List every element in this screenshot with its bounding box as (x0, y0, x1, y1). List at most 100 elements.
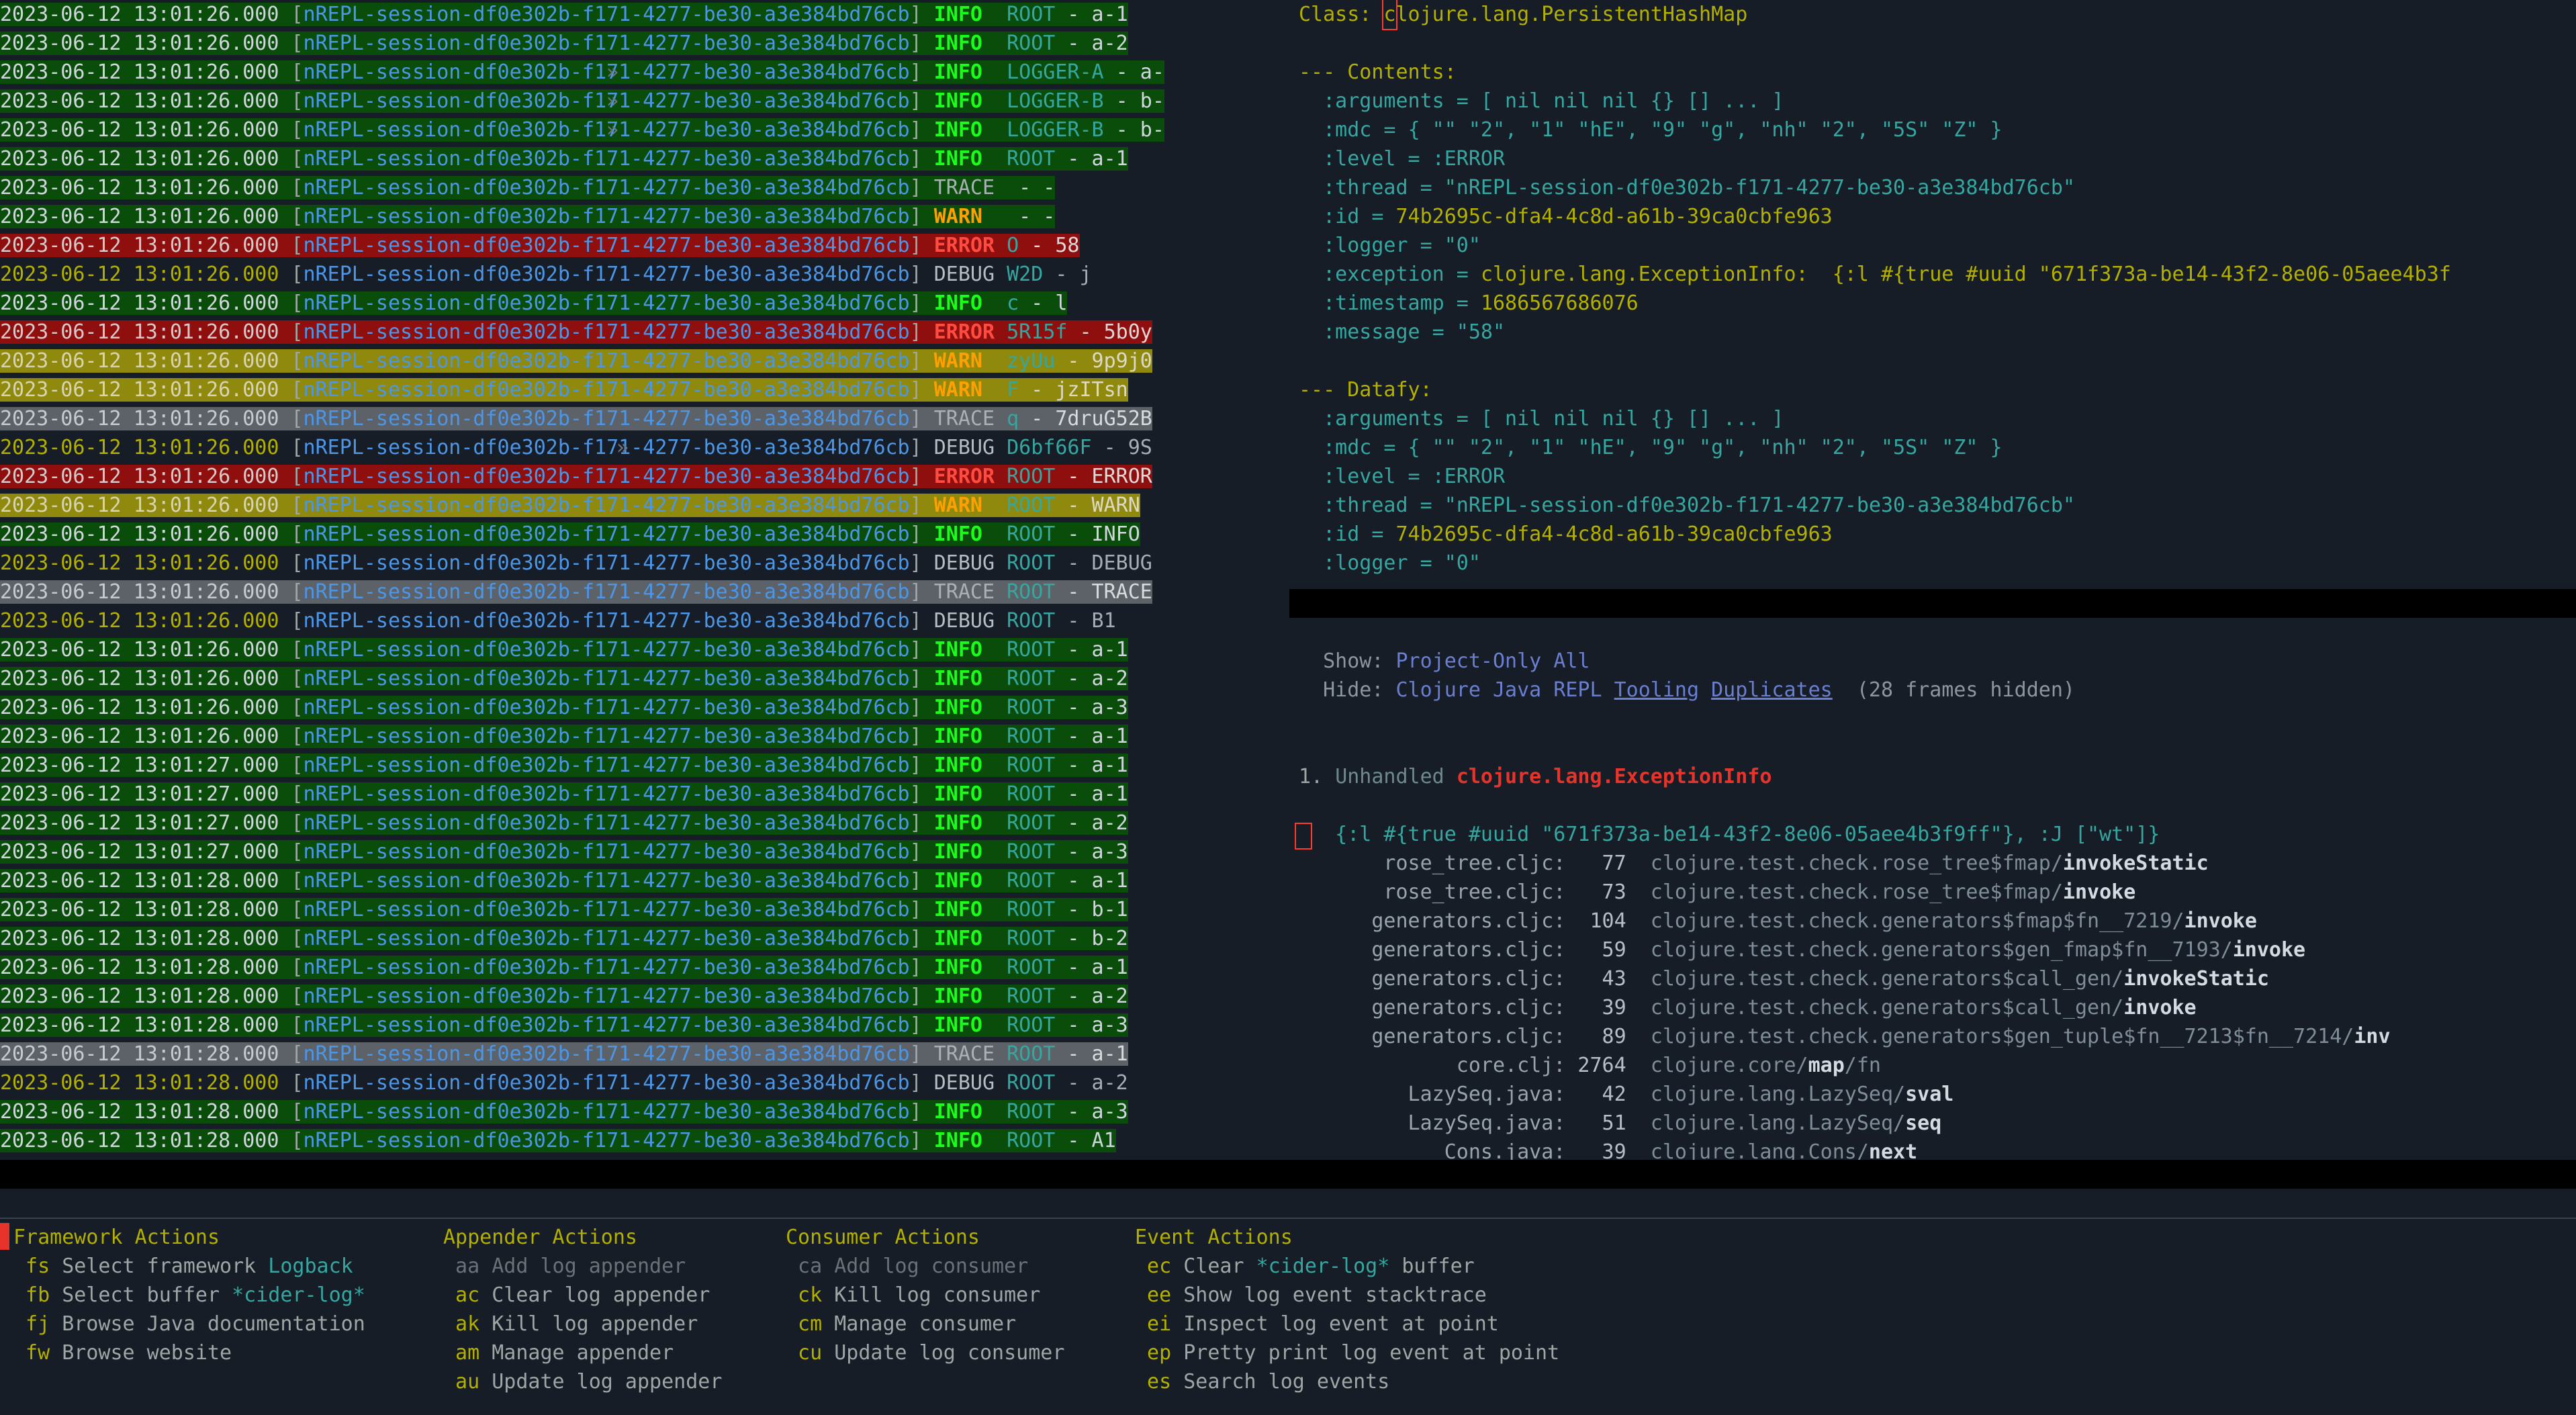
transient-item[interactable]: aa Add log appender (443, 1252, 722, 1281)
transient-item[interactable]: au Update log appender (443, 1367, 722, 1396)
transient-column-heading: Event Actions (1135, 1226, 1293, 1249)
transient-column: Consumer Actions ca Add log consumer ck … (786, 1223, 1064, 1367)
stacktrace-frame[interactable]: generators.cljc: 104 clojure.test.check.… (1299, 907, 2576, 935)
transient-item[interactable]: cu Update log consumer (786, 1338, 1064, 1367)
log-line[interactable]: 2023-06-12 13:01:26.000 [nREPL-session-d… (0, 722, 1128, 751)
transient-item[interactable]: ee Show log event stacktrace (1135, 1281, 1559, 1310)
cider-error-window[interactable]: Show: Project-Only All Hide: Clojure Jav… (1289, 618, 2576, 1189)
line-truncation-marker: » (606, 60, 619, 84)
log-line[interactable]: 2023-06-12 13:01:26.000 [nREPL-session-d… (0, 433, 1152, 462)
log-line[interactable]: 2023-06-12 13:01:26.000 [nREPL-session-d… (0, 520, 1140, 549)
cider-log-window[interactable]: 2023-06-12 13:01:26.000 [nREPL-session-d… (0, 0, 1289, 1189)
log-line[interactable]: 2023-06-12 13:01:26.000 [nREPL-session-d… (0, 202, 1056, 231)
log-line[interactable]: 2023-06-12 13:01:26.000 [nREPL-session-d… (0, 664, 1128, 693)
log-line[interactable]: 2023-06-12 13:01:26.000 [nREPL-session-d… (0, 347, 1152, 375)
transient-description: Show log event stacktrace (1171, 1283, 1487, 1307)
log-line[interactable]: 2023-06-12 13:01:26.000 [nREPL-session-d… (0, 318, 1152, 347)
stacktrace-frame[interactable]: LazySeq.java: 42 clojure.lang.LazySeq/sv… (1299, 1080, 2576, 1109)
transient-item[interactable]: ec Clear *cider-log* buffer (1135, 1252, 1559, 1281)
stacktrace-frame[interactable]: core.clj: 2764 clojure.core/map/fn (1299, 1051, 2576, 1080)
log-line[interactable]: 2023-06-12 13:01:28.000 [nREPL-session-d… (0, 895, 1128, 924)
transient-key: fw (13, 1341, 50, 1365)
log-line[interactable]: 2023-06-12 13:01:26.000 [nREPL-session-d… (0, 144, 1128, 173)
stacktrace-frame[interactable]: rose_tree.cljc: 73 clojure.test.check.ro… (1299, 878, 2576, 907)
inspect-field: :logger = "0" (1299, 234, 1481, 257)
transient-item[interactable]: es Search log events (1135, 1367, 1559, 1396)
hide-filter[interactable]: Duplicates (1711, 678, 1833, 702)
transient-item[interactable]: fw Browse website (13, 1338, 365, 1367)
transient-item[interactable]: am Manage appender (443, 1338, 722, 1367)
stacktrace-frame[interactable]: LazySeq.java: 51 clojure.lang.LazySeq/se… (1299, 1109, 2576, 1138)
log-line[interactable]: 2023-06-12 13:01:28.000 [nREPL-session-d… (0, 982, 1128, 1011)
cursor (0, 1223, 9, 1250)
transient-item[interactable]: fb Select buffer *cider-log* (13, 1281, 365, 1310)
inspect-field: :level = :ERROR (1299, 147, 1506, 171)
transient-item[interactable]: ep Pretty print log event at point (1135, 1338, 1559, 1367)
log-line[interactable]: 2023-06-12 13:01:27.000 [nREPL-session-d… (0, 809, 1128, 837)
log-line[interactable]: 2023-06-12 13:01:26.000 [nREPL-session-d… (0, 116, 1164, 144)
show-filter[interactable]: Project-Only (1396, 649, 1542, 673)
inspect-buffer[interactable]: Class: clojure.lang.PersistentHashMap --… (1289, 0, 2576, 618)
transient-item[interactable]: ca Add log consumer (786, 1252, 1064, 1281)
log-line[interactable]: 2023-06-12 13:01:26.000 [nREPL-session-d… (0, 29, 1128, 58)
log-line[interactable]: 2023-06-12 13:01:26.000 [nREPL-session-d… (0, 549, 1152, 578)
stacktrace-frame[interactable]: generators.cljc: 89 clojure.test.check.g… (1299, 1022, 2576, 1051)
stacktrace-buffer[interactable]: Show: Project-Only All Hide: Clojure Jav… (1289, 618, 2576, 1189)
log-line[interactable]: 2023-06-12 13:01:28.000 [nREPL-session-d… (0, 1011, 1128, 1040)
log-buffer[interactable]: 2023-06-12 13:01:26.000 [nREPL-session-d… (0, 0, 1289, 1189)
inspect-field: :mdc = { "" "2", "1" "hE", "9" "g", "nh"… (1299, 118, 2003, 142)
log-line[interactable]: 2023-06-12 13:01:28.000 [nREPL-session-d… (0, 866, 1128, 895)
transient-item[interactable]: cm Manage consumer (786, 1310, 1064, 1338)
log-line[interactable]: 2023-06-12 13:01:26.000 [nREPL-session-d… (0, 173, 1056, 202)
transient-key: ca (786, 1254, 823, 1278)
transient-description: Manage consumer (822, 1312, 1017, 1336)
cursor (1295, 823, 1312, 850)
show-filter[interactable]: All (1553, 649, 1590, 673)
log-line[interactable]: 2023-06-12 13:01:28.000 [nREPL-session-d… (0, 1040, 1128, 1068)
log-line[interactable]: 2023-06-12 13:01:26.000 [nREPL-session-d… (0, 0, 1128, 29)
log-line[interactable]: 2023-06-12 13:01:26.000 [nREPL-session-d… (0, 289, 1068, 318)
transient-item[interactable]: ac Clear log appender (443, 1281, 722, 1310)
log-line[interactable]: 2023-06-12 13:01:27.000 [nREPL-session-d… (0, 837, 1128, 866)
log-line[interactable]: 2023-06-12 13:01:27.000 [nREPL-session-d… (0, 751, 1128, 780)
log-line[interactable]: 2023-06-12 13:01:26.000 [nREPL-session-d… (0, 462, 1152, 491)
stacktrace-frame[interactable]: generators.cljc: 59 clojure.test.check.g… (1299, 935, 2576, 964)
log-line[interactable]: 2023-06-12 13:01:28.000 [nREPL-session-d… (0, 953, 1128, 982)
log-line[interactable]: 2023-06-12 13:01:26.000 [nREPL-session-d… (0, 635, 1128, 664)
transient-item[interactable]: ak Kill log appender (443, 1310, 722, 1338)
transient-key: au (443, 1370, 480, 1394)
log-line[interactable]: 2023-06-12 13:01:26.000 [nREPL-session-d… (0, 693, 1128, 722)
transient-description: Add log appender (479, 1254, 686, 1278)
hide-filter[interactable]: Tooling (1614, 678, 1699, 702)
transient-item[interactable]: fj Browse Java documentation (13, 1310, 365, 1338)
transient-suffix: buffer (1389, 1254, 1475, 1278)
exception-class[interactable]: clojure.lang.ExceptionInfo (1457, 765, 1772, 788)
hide-filter[interactable]: Clojure (1396, 678, 1481, 702)
log-line[interactable]: 2023-06-12 13:01:26.000 [nREPL-session-d… (0, 87, 1164, 116)
log-line[interactable]: 2023-06-12 13:01:28.000 [nREPL-session-d… (0, 1097, 1128, 1126)
cider-inspect-window[interactable]: Class: clojure.lang.PersistentHashMap --… (1289, 0, 2576, 618)
cider-error-modeline: U:%*- *cider-error* Top (8,0) (Stacktrac… (1289, 1160, 2576, 1189)
log-line[interactable]: 2023-06-12 13:01:26.000 [nREPL-session-d… (0, 491, 1140, 520)
transient-item[interactable]: ei Inspect log event at point (1135, 1310, 1559, 1338)
log-line[interactable]: 2023-06-12 13:01:26.000 [nREPL-session-d… (0, 58, 1164, 87)
log-line[interactable]: 2023-06-12 13:01:26.000 [nREPL-session-d… (0, 231, 1080, 260)
log-line[interactable]: 2023-06-12 13:01:26.000 [nREPL-session-d… (0, 606, 1116, 635)
log-line[interactable]: 2023-06-12 13:01:28.000 [nREPL-session-d… (0, 924, 1128, 953)
log-line[interactable]: 2023-06-12 13:01:28.000 [nREPL-session-d… (0, 1068, 1128, 1097)
hide-filter[interactable]: REPL (1553, 678, 1602, 702)
hide-filter[interactable]: Java (1493, 678, 1541, 702)
log-line[interactable]: 2023-06-12 13:01:26.000 [nREPL-session-d… (0, 260, 1092, 289)
stacktrace-frame[interactable]: generators.cljc: 39 clojure.test.check.g… (1299, 993, 2576, 1022)
stacktrace-frame[interactable]: generators.cljc: 43 clojure.test.check.g… (1299, 964, 2576, 993)
log-line[interactable]: 2023-06-12 13:01:26.000 [nREPL-session-d… (0, 578, 1152, 606)
log-line[interactable]: 2023-06-12 13:01:27.000 [nREPL-session-d… (0, 780, 1128, 809)
transient-menu[interactable]: Framework Actions fs Select framework Lo… (0, 1218, 2576, 1415)
stacktrace-frame[interactable]: rose_tree.cljc: 77 clojure.test.check.ro… (1299, 849, 2576, 878)
log-line[interactable]: 2023-06-12 13:01:26.000 [nREPL-session-d… (0, 404, 1152, 433)
log-line[interactable]: 2023-06-12 13:01:28.000 [nREPL-session-d… (0, 1126, 1116, 1155)
transient-item[interactable]: ck Kill log consumer (786, 1281, 1064, 1310)
transient-item[interactable]: fs Select framework Logback (13, 1252, 365, 1281)
transient-key: cm (786, 1312, 823, 1336)
log-line[interactable]: 2023-06-12 13:01:26.000 [nREPL-session-d… (0, 375, 1128, 404)
